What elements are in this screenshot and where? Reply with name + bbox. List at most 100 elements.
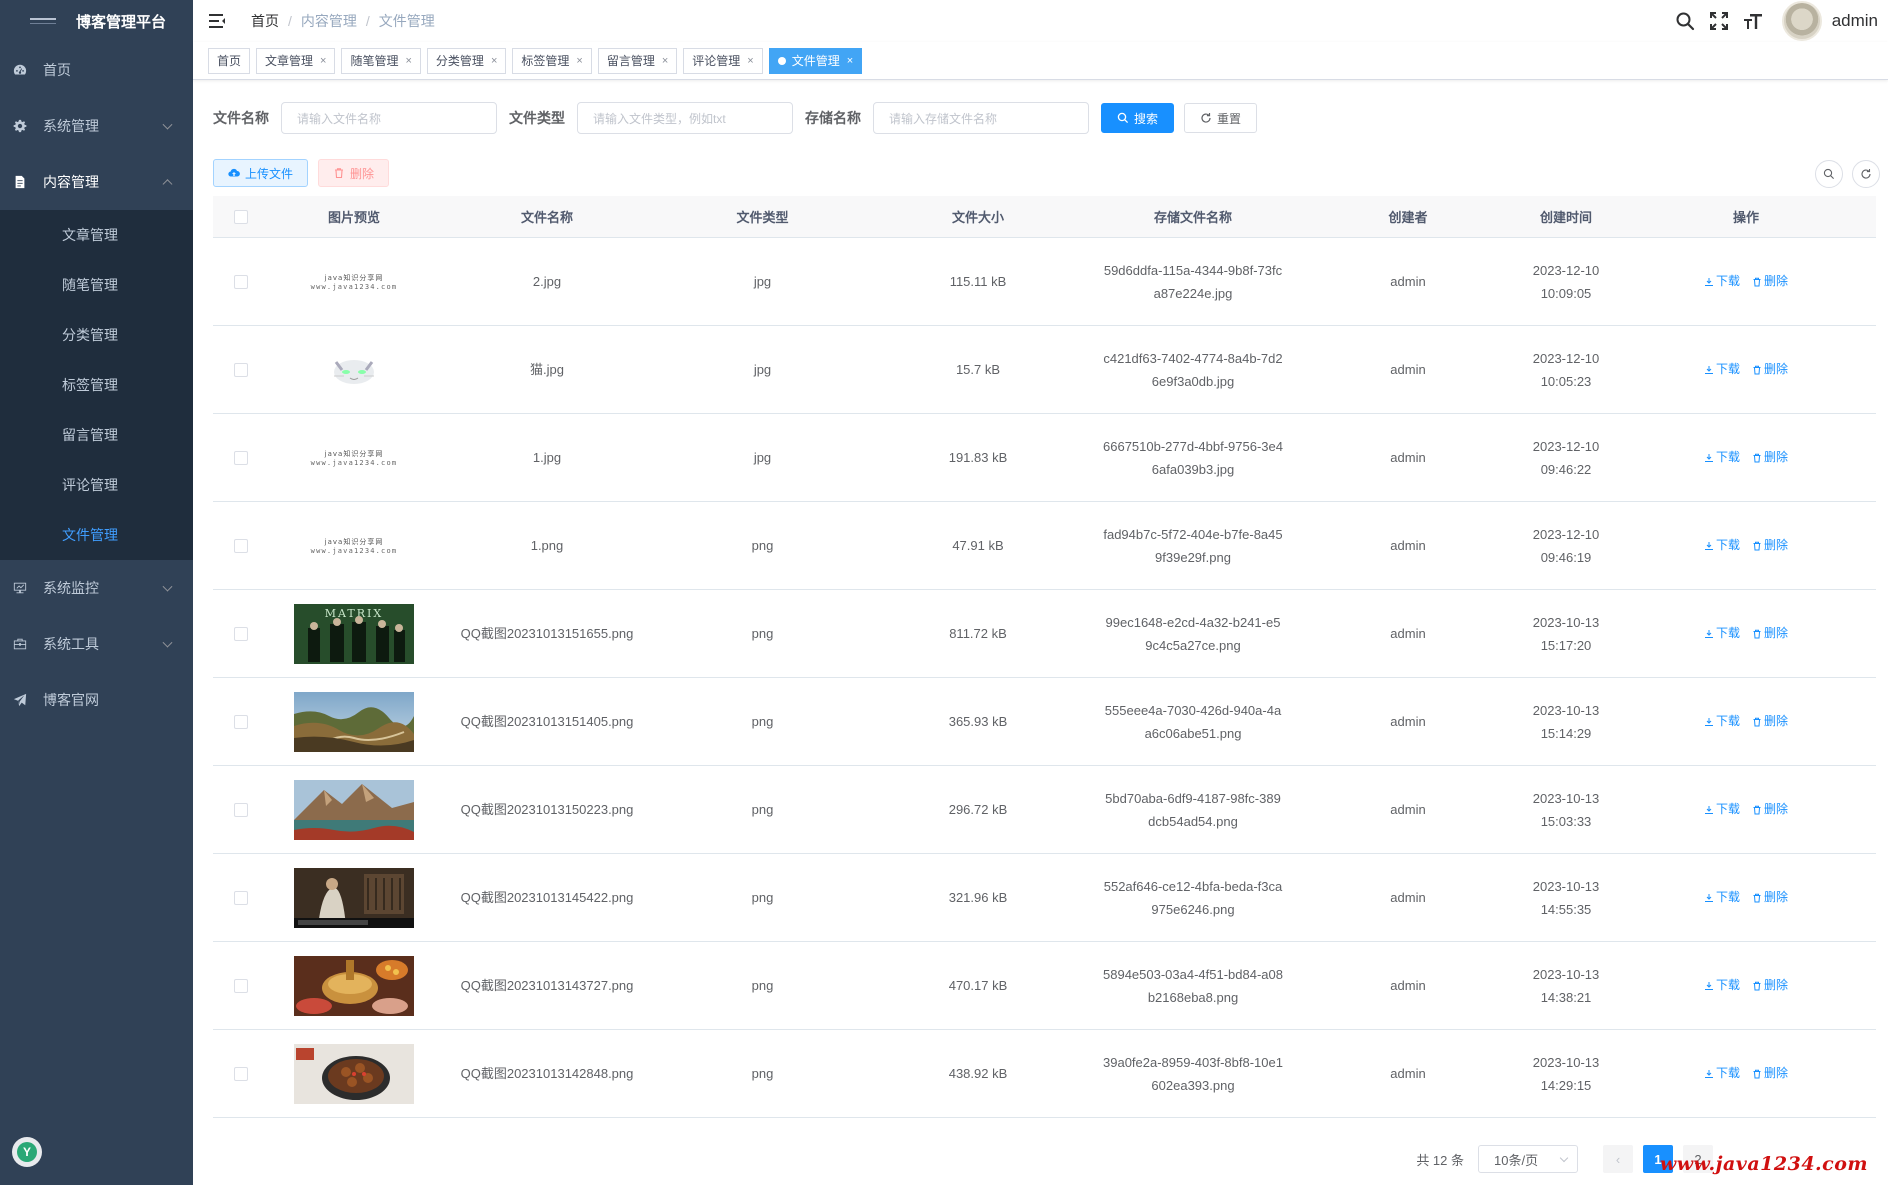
table-row[interactable]: java知识分享网 www.java1234.com 2.jpg jpg 115.11 … — [213, 238, 1876, 326]
download-button[interactable]: 下载 — [1704, 446, 1740, 469]
delete-button[interactable]: 删除 — [1752, 358, 1788, 381]
tab-2[interactable]: 随笔管理 × — [341, 47, 421, 74]
sidebar-item-article[interactable]: 文章管理 — [0, 210, 193, 260]
logo[interactable]: 博客管理平台 — [0, 0, 193, 42]
breadcrumb-home[interactable]: 首页 — [251, 11, 279, 31]
download-button[interactable]: 下载 — [1704, 358, 1740, 381]
sidebar-item-monitor[interactable]: 系统监控 — [0, 560, 193, 616]
close-icon[interactable]: × — [320, 49, 326, 73]
image-preview[interactable]: java知识分享网 www.java1234.com — [294, 516, 414, 576]
close-icon[interactable]: × — [405, 49, 411, 73]
tab-7[interactable]: 文件管理 × — [768, 47, 863, 74]
delete-button[interactable]: 删除 — [1752, 534, 1788, 557]
tab-1[interactable]: 文章管理 × — [256, 47, 336, 74]
download-button[interactable]: 下载 — [1704, 622, 1740, 645]
toggle-search-button[interactable] — [1815, 160, 1843, 188]
delete-button[interactable]: 删除 — [1752, 270, 1788, 293]
prev-page-button[interactable]: ‹ — [1603, 1145, 1633, 1173]
sidebar-item-tools[interactable]: 系统工具 — [0, 616, 193, 672]
refresh-button[interactable] — [1852, 160, 1880, 188]
row-checkbox[interactable] — [234, 274, 248, 289]
image-preview[interactable] — [294, 340, 414, 400]
tab-4[interactable]: 标签管理 × — [512, 47, 592, 74]
close-icon[interactable]: × — [747, 49, 753, 73]
fullscreen-icon[interactable] — [1708, 10, 1730, 32]
sidebar-item-content[interactable]: 内容管理 — [0, 154, 193, 210]
tab-0[interactable]: 首页 — [208, 47, 251, 74]
download-button[interactable]: 下载 — [1704, 270, 1740, 293]
avatar[interactable] — [1781, 1, 1822, 41]
table-row[interactable]: MATRIX QQ截图20231013151655.png png 811.72 kB… — [213, 590, 1876, 678]
delete-button[interactable]: 删除 — [1752, 974, 1788, 997]
table-row[interactable]: QQ截图20231013142848.png png 438.92 kB 39a0fe… — [213, 1030, 1876, 1118]
sidebar-item-comment[interactable]: 评论管理 — [0, 460, 193, 510]
image-preview[interactable] — [294, 867, 414, 928]
download-button[interactable]: 下载 — [1704, 974, 1740, 997]
table-row[interactable]: java知识分享网 www.java1234.com 1.jpg jpg 191.83 … — [213, 414, 1876, 502]
sidebar-item-home[interactable]: 首页 — [0, 42, 193, 98]
tab-3[interactable]: 分类管理 × — [426, 47, 507, 74]
row-checkbox[interactable] — [234, 362, 248, 377]
row-checkbox[interactable] — [234, 978, 248, 993]
bulk-delete-button[interactable]: 删除 — [318, 159, 390, 187]
sidebar-item-system[interactable]: 系统管理 — [0, 98, 193, 154]
sidebar-item-message[interactable]: 留言管理 — [0, 410, 193, 460]
search-icon[interactable] — [1674, 10, 1696, 32]
image-preview[interactable]: java知识分享网 www.java1234.com — [294, 252, 414, 312]
row-checkbox[interactable] — [234, 450, 248, 465]
file-name-input[interactable]: 请输入文件名称 — [281, 102, 497, 134]
sidebar-item-tag[interactable]: 标签管理 — [0, 360, 193, 410]
download-button[interactable]: 下载 — [1704, 798, 1740, 821]
image-preview[interactable] — [294, 955, 414, 1016]
row-checkbox[interactable] — [234, 538, 248, 553]
download-button[interactable]: 下载 — [1704, 710, 1740, 733]
delete-button[interactable]: 删除 — [1752, 1062, 1788, 1085]
file-type-input[interactable]: 请输入文件类型，例如txt — [577, 102, 793, 134]
download-label: 下载 — [1715, 626, 1740, 640]
font-size-icon[interactable] — [1742, 10, 1764, 32]
image-preview[interactable] — [294, 691, 414, 752]
row-checkbox[interactable] — [234, 1066, 248, 1081]
download-button[interactable]: 下载 — [1704, 886, 1740, 909]
sidebar-item-file[interactable]: 文件管理 — [0, 510, 193, 560]
close-icon[interactable]: × — [847, 49, 853, 73]
delete-button[interactable]: 删除 — [1752, 710, 1788, 733]
close-icon[interactable]: × — [491, 49, 497, 73]
store-name-input[interactable]: 请输入存储文件名称 — [873, 102, 1089, 134]
table-row[interactable]: QQ截图20231013143727.png png 470.17 kB 5894e5… — [213, 942, 1876, 1030]
close-icon[interactable]: × — [662, 49, 668, 73]
select-all-checkbox[interactable] — [234, 209, 248, 224]
page-size-select[interactable]: 10条/页 — [1478, 1145, 1578, 1173]
download-button[interactable]: 下载 — [1704, 534, 1740, 557]
image-preview[interactable] — [294, 779, 414, 840]
search-button[interactable]: 搜索 — [1101, 103, 1175, 133]
delete-button[interactable]: 删除 — [1752, 446, 1788, 469]
tab-5[interactable]: 留言管理 × — [597, 47, 678, 74]
hamburger-icon[interactable] — [209, 13, 229, 29]
row-checkbox[interactable] — [234, 802, 248, 817]
sidebar-item-category[interactable]: 分类管理 — [0, 310, 193, 360]
download-button[interactable]: 下载 — [1704, 1062, 1740, 1085]
delete-button[interactable]: 删除 — [1752, 798, 1788, 821]
close-icon[interactable]: × — [576, 49, 582, 73]
row-checkbox[interactable] — [234, 890, 248, 905]
sidebar-item-website[interactable]: 博客官网 — [0, 672, 193, 728]
delete-button[interactable]: 删除 — [1752, 886, 1788, 909]
image-preview[interactable]: java知识分享网 www.java1234.com — [294, 428, 414, 488]
upload-button[interactable]: 上传文件 — [213, 159, 309, 187]
table-row[interactable]: QQ截图20231013151405.png png 365.93 kB 555eee… — [213, 678, 1876, 766]
user-name[interactable]: admin — [1832, 11, 1878, 31]
plugin-badge-icon[interactable]: Y — [12, 1137, 42, 1167]
table-row[interactable]: QQ截图20231013145422.png png 321.96 kB 552af6… — [213, 854, 1876, 942]
row-checkbox[interactable] — [234, 714, 248, 729]
row-checkbox[interactable] — [234, 626, 248, 641]
table-row[interactable]: QQ截图20231013150223.png png 296.72 kB 5bd70a… — [213, 766, 1876, 854]
reset-button[interactable]: 重置 — [1184, 103, 1258, 133]
image-preview[interactable]: MATRIX — [294, 603, 414, 664]
table-row[interactable]: java知识分享网 www.java1234.com 1.png png 47.91 k… — [213, 502, 1876, 590]
delete-button[interactable]: 删除 — [1752, 622, 1788, 645]
sidebar-item-essay[interactable]: 随笔管理 — [0, 260, 193, 310]
table-row[interactable]: 猫.jpg jpg 15.7 kB c421df63-7402-4774-8a4b-7… — [213, 326, 1876, 414]
image-preview[interactable] — [294, 1043, 414, 1104]
tab-6[interactable]: 评论管理 × — [683, 47, 763, 74]
